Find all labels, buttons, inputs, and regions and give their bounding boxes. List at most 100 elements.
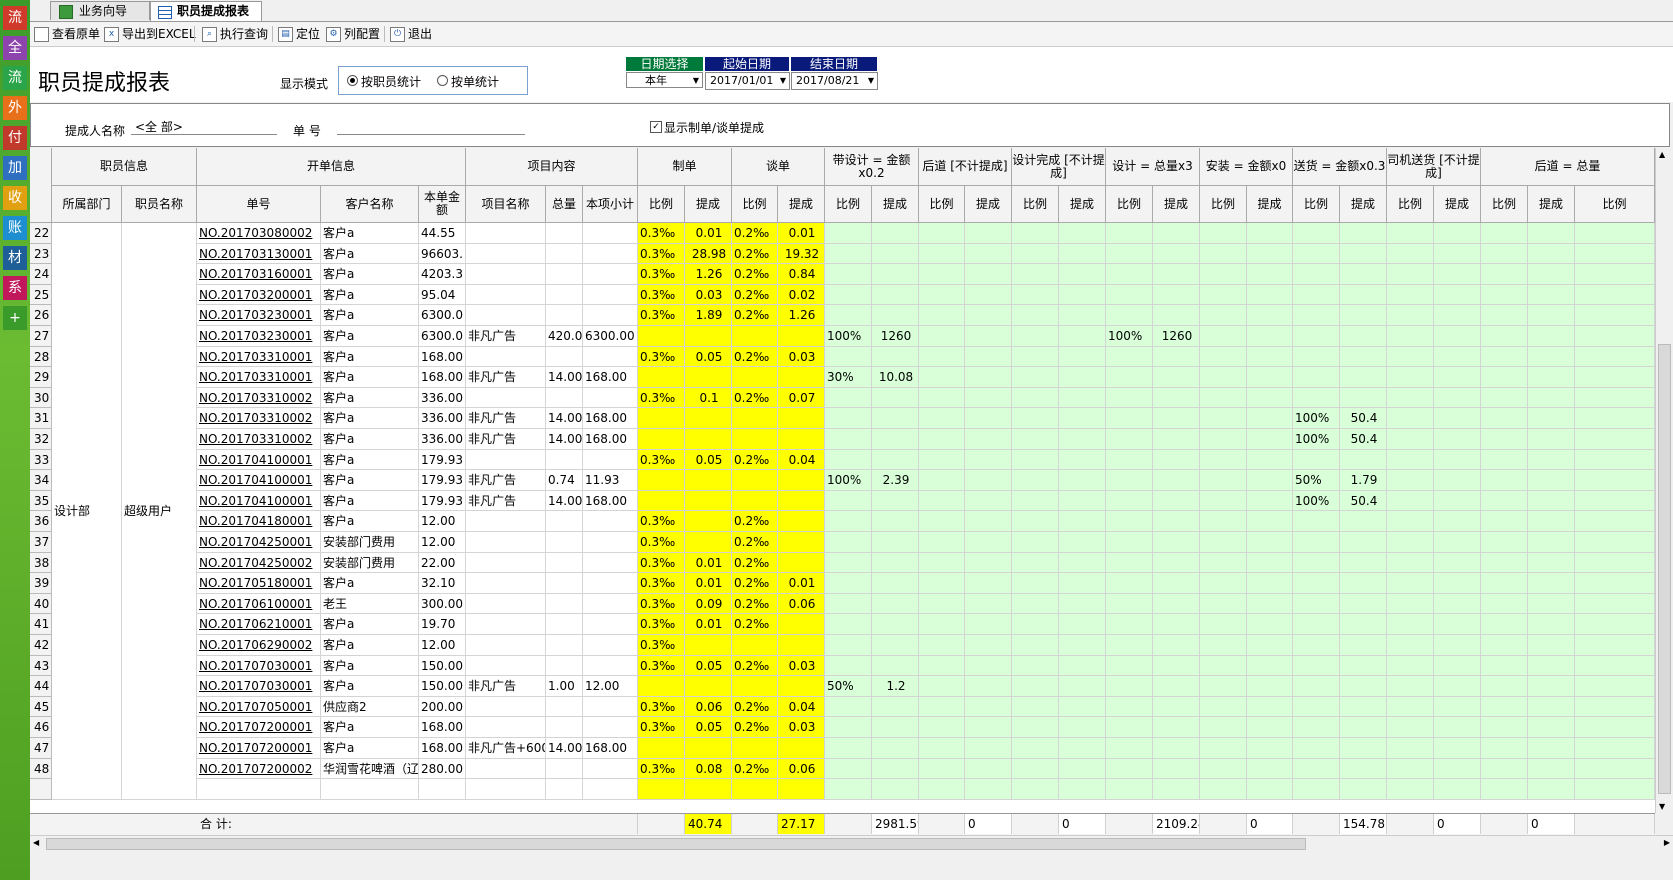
show-commission-checkbox[interactable]: ✓ 显示制单/谈单提成	[650, 119, 764, 136]
sidebar-item-3[interactable]: 外	[3, 96, 27, 120]
column-header-commission[interactable]: 提成	[778, 186, 825, 223]
column-header-qty[interactable]: 总量	[546, 186, 583, 223]
scroll-right-icon[interactable]: ▶	[1664, 838, 1670, 847]
column-header-ratio[interactable]: 比例	[1575, 186, 1655, 223]
column-header-customer[interactable]: 客户名称	[321, 186, 419, 223]
order-number-link[interactable]: NO.201703200001	[197, 284, 321, 306]
exit-button[interactable]: ⏻ 退出	[390, 25, 432, 43]
sidebar-item-7[interactable]: 账	[3, 216, 27, 240]
order-number-link[interactable]: NO.201707050001	[197, 696, 321, 718]
table-cell	[1481, 326, 1528, 347]
vertical-scrollbar[interactable]: ▲ ▼	[1655, 148, 1673, 813]
order-number-link[interactable]: NO.201703310002	[197, 408, 321, 429]
table-cell	[466, 243, 546, 265]
order-number-link[interactable]: NO.201704100001	[197, 449, 321, 471]
order-number-link[interactable]: NO.201707200001	[197, 738, 321, 759]
scroll-left-icon[interactable]: ◀	[33, 838, 39, 847]
order-number-link[interactable]: NO.201704250001	[197, 532, 321, 553]
order-number-link[interactable]: NO.201705180001	[197, 573, 321, 594]
order-number-link[interactable]: NO.201703310002	[197, 387, 321, 409]
column-header-commission[interactable]: 提成	[1153, 186, 1200, 223]
column-header-ratio[interactable]: 比例	[1012, 186, 1059, 223]
group-header-install: 安装 = 金额x0	[1200, 148, 1293, 186]
export-excel-button[interactable]: x 导出到EXCEL	[104, 25, 196, 43]
column-header-commission[interactable]: 提成	[685, 186, 732, 223]
order-number-link[interactable]: NO.201703080002	[197, 223, 321, 244]
sidebar-item-1[interactable]: 全	[3, 36, 27, 60]
horizontal-scrollbar[interactable]: ◀ ▶	[30, 835, 1673, 853]
order-number-link[interactable]: NO.201707200002	[197, 758, 321, 780]
order-number-link[interactable]: NO.201704180001	[197, 511, 321, 532]
table-cell	[685, 470, 732, 491]
order-number-link[interactable]: NO.201706210001	[197, 614, 321, 635]
sidebar-item-5[interactable]: 加	[3, 156, 27, 180]
date-select-dropdown[interactable]: 本年 ▼	[626, 72, 703, 88]
order-number-link[interactable]: NO.201703310002	[197, 429, 321, 450]
column-header-amount[interactable]: 本单金额	[419, 186, 466, 223]
column-header-commission[interactable]: 提成	[1528, 186, 1575, 223]
column-header-commission[interactable]: 提成	[1340, 186, 1387, 223]
locate-button[interactable]: ▤ 定位	[278, 25, 320, 43]
scroll-up-icon[interactable]: ▲	[1659, 150, 1665, 159]
sidebar-item-9[interactable]: 系	[3, 276, 27, 300]
order-number-link[interactable]: NO.201704100001	[197, 470, 321, 491]
order-number-link[interactable]: NO.201704250002	[197, 552, 321, 574]
sidebar-item-8[interactable]: 材	[3, 246, 27, 270]
order-number-link[interactable]: NO.201707030001	[197, 655, 321, 677]
person-name-input[interactable]: <全 部>	[135, 118, 279, 135]
view-original-button[interactable]: 查看原单	[34, 25, 100, 43]
table-cell	[965, 470, 1012, 491]
order-number-link[interactable]: NO.201703160001	[197, 264, 321, 285]
column-header-subtotal[interactable]: 本项小计	[583, 186, 638, 223]
column-header-ratio[interactable]: 比例	[825, 186, 872, 223]
tab-business-guide[interactable]: 业务向导	[50, 1, 150, 20]
sidebar-item-6[interactable]: 收	[3, 186, 27, 210]
column-header-order-no[interactable]: 单号	[197, 186, 321, 223]
column-config-button[interactable]: ⚙ 列配置	[326, 25, 380, 43]
table-cell	[825, 223, 872, 244]
order-number-link[interactable]: NO.201703230001	[197, 326, 321, 347]
mode-by-order-radio[interactable]: 按单统计	[437, 73, 499, 90]
start-date-picker[interactable]: 2017/01/01 ▼	[705, 72, 790, 90]
table-cell	[919, 470, 965, 491]
column-header-ratio[interactable]: 比例	[1293, 186, 1340, 223]
column-header-commission[interactable]: 提成	[1434, 186, 1481, 223]
column-header-commission[interactable]: 提成	[1059, 186, 1106, 223]
sidebar-item-0[interactable]: 流	[3, 6, 27, 30]
column-header-ratio[interactable]: 比例	[1106, 186, 1153, 223]
scroll-down-icon[interactable]: ▼	[1659, 802, 1665, 811]
column-header-emp[interactable]: 职员名称	[122, 186, 197, 223]
scroll-thumb[interactable]	[46, 838, 1306, 850]
column-header-commission[interactable]: 提成	[872, 186, 919, 223]
order-number-link[interactable]: NO.201703230001	[197, 305, 321, 326]
column-header-commission[interactable]: 提成	[965, 186, 1012, 223]
column-header-ratio[interactable]: 比例	[919, 186, 965, 223]
column-header-commission[interactable]: 提成	[1247, 186, 1293, 223]
order-number-link[interactable]: NO.201704100001	[197, 490, 321, 512]
column-header-item[interactable]: 项目名称	[466, 186, 546, 223]
column-header-ratio[interactable]: 比例	[1200, 186, 1247, 223]
order-number-link[interactable]: NO.201707200001	[197, 717, 321, 738]
order-number-link[interactable]: NO.201707030001	[197, 676, 321, 697]
column-header-ratio[interactable]: 比例	[1481, 186, 1528, 223]
order-number-link[interactable]: NO.201703130001	[197, 243, 321, 265]
sidebar-item-4[interactable]: 付	[3, 126, 27, 150]
sidebar-item-10[interactable]: +	[3, 306, 27, 330]
column-header-ratio[interactable]: 比例	[732, 186, 778, 223]
mode-by-employee-radio[interactable]: 按职员统计	[347, 73, 421, 90]
order-no-input[interactable]	[341, 118, 527, 132]
column-header-ratio[interactable]: 比例	[1387, 186, 1434, 223]
order-number-link[interactable]: NO.201703310001	[197, 367, 321, 388]
column-header-dept[interactable]: 所属部门	[52, 186, 122, 223]
execute-query-button[interactable]: ⌕ 执行查询	[202, 25, 268, 43]
sidebar-item-2[interactable]: 流	[3, 66, 27, 90]
column-header-ratio[interactable]: 比例	[638, 186, 685, 223]
scroll-thumb[interactable]	[1658, 344, 1671, 794]
tab-employee-commission[interactable]: 职员提成报表	[150, 1, 262, 21]
order-number-link[interactable]: NO.201706100001	[197, 593, 321, 615]
table-cell	[1012, 223, 1059, 244]
order-number-link[interactable]: NO.201703310001	[197, 346, 321, 368]
order-number-link[interactable]: NO.201706290002	[197, 635, 321, 656]
table-cell	[1481, 470, 1528, 491]
end-date-picker[interactable]: 2017/08/21 ▼	[791, 72, 878, 90]
